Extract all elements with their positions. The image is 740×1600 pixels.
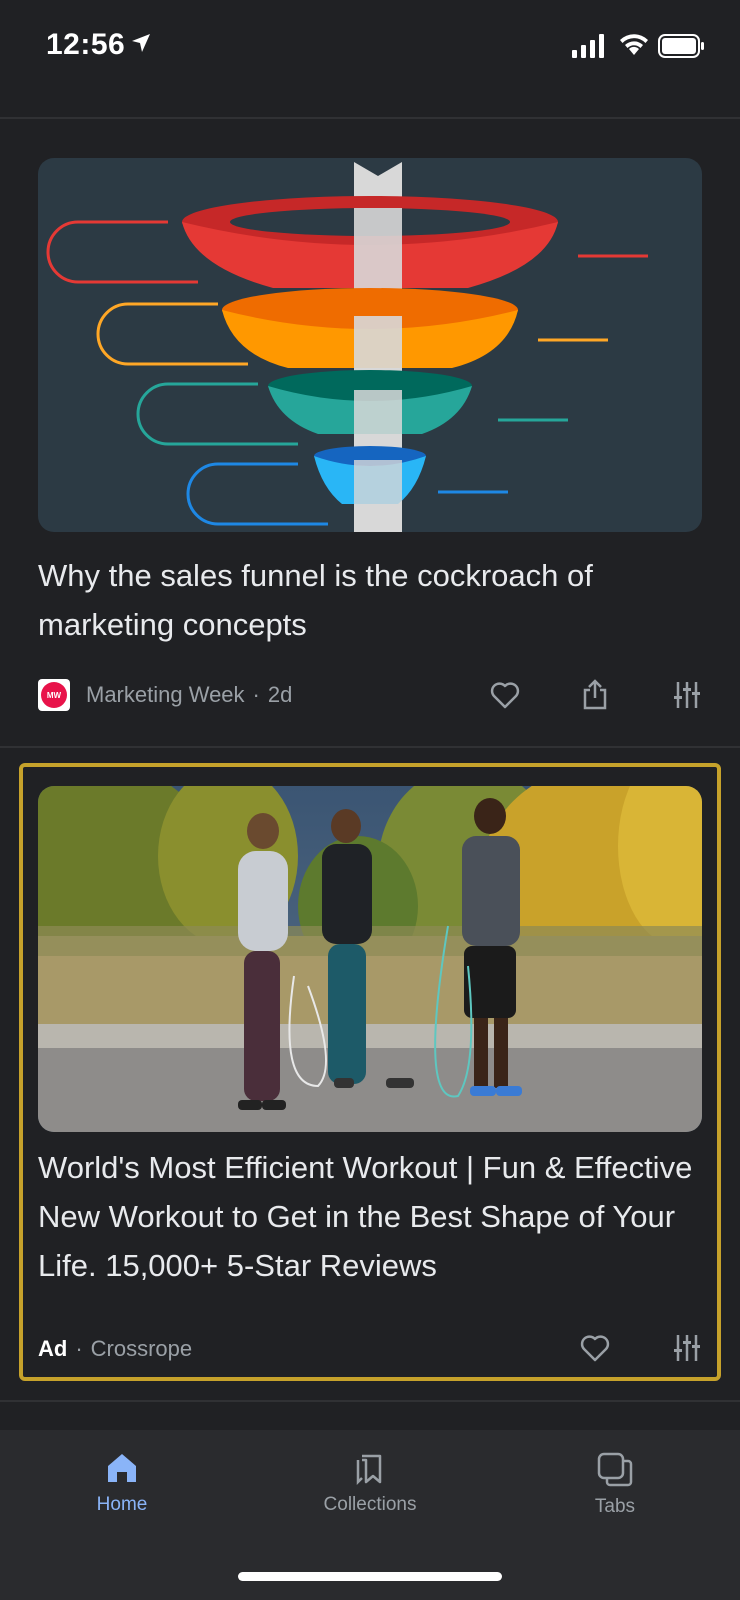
heart-icon	[490, 682, 520, 709]
divider	[0, 746, 740, 748]
source-name: Marketing Week	[86, 682, 245, 707]
divider	[0, 117, 740, 119]
nav-tabs-label: Tabs	[594, 1496, 636, 1517]
nav-home[interactable]: Home	[42, 1450, 202, 1516]
article-age: 2d	[267, 682, 293, 707]
customize-button[interactable]	[667, 675, 707, 715]
ad-image-workout[interactable]	[38, 786, 702, 1132]
article-source-row: MW Marketing Week · 2d	[38, 679, 292, 711]
nav-collections[interactable]: Collections	[290, 1450, 450, 1516]
article-image-funnel[interactable]	[38, 158, 702, 532]
ad-badge: Ad	[38, 1336, 68, 1361]
workout-photo	[38, 786, 702, 1132]
status-time: 12:56	[46, 28, 126, 61]
heart-icon	[580, 1335, 610, 1362]
nav-home-label: Home	[96, 1494, 148, 1515]
ad-title[interactable]: World's Most Efficient Workout | Fun & E…	[38, 1143, 706, 1290]
source-logo: MW	[38, 679, 70, 711]
home-indicator[interactable]	[238, 1572, 502, 1581]
ad-source-row: Ad · Crossrope	[38, 1336, 192, 1362]
share-button[interactable]	[575, 674, 615, 714]
customize-button[interactable]	[667, 1328, 707, 1368]
cellular-signal-icon	[572, 34, 604, 58]
location-arrow-icon	[132, 34, 150, 52]
wifi-icon	[620, 34, 648, 55]
article-title[interactable]: Why the sales funnel is the cockroach of…	[38, 551, 706, 649]
tune-icon	[674, 1335, 700, 1361]
sales-funnel-illustration	[46, 162, 648, 532]
collections-icon	[356, 1454, 382, 1486]
nav-tabs[interactable]: Tabs	[535, 1450, 695, 1518]
divider	[0, 1400, 740, 1402]
separator-dot: ·	[252, 682, 260, 707]
tabs-icon	[597, 1452, 633, 1487]
tune-icon	[674, 682, 700, 708]
separator-dot: ·	[75, 1336, 83, 1361]
nav-collections-label: Collections	[323, 1494, 417, 1515]
battery-icon	[658, 34, 704, 58]
share-icon	[583, 679, 607, 710]
home-icon	[108, 1454, 136, 1482]
like-button[interactable]	[575, 1328, 615, 1368]
status-bar: 12:56	[0, 0, 740, 96]
like-button[interactable]	[485, 675, 525, 715]
source-name: Crossrope	[90, 1336, 193, 1361]
